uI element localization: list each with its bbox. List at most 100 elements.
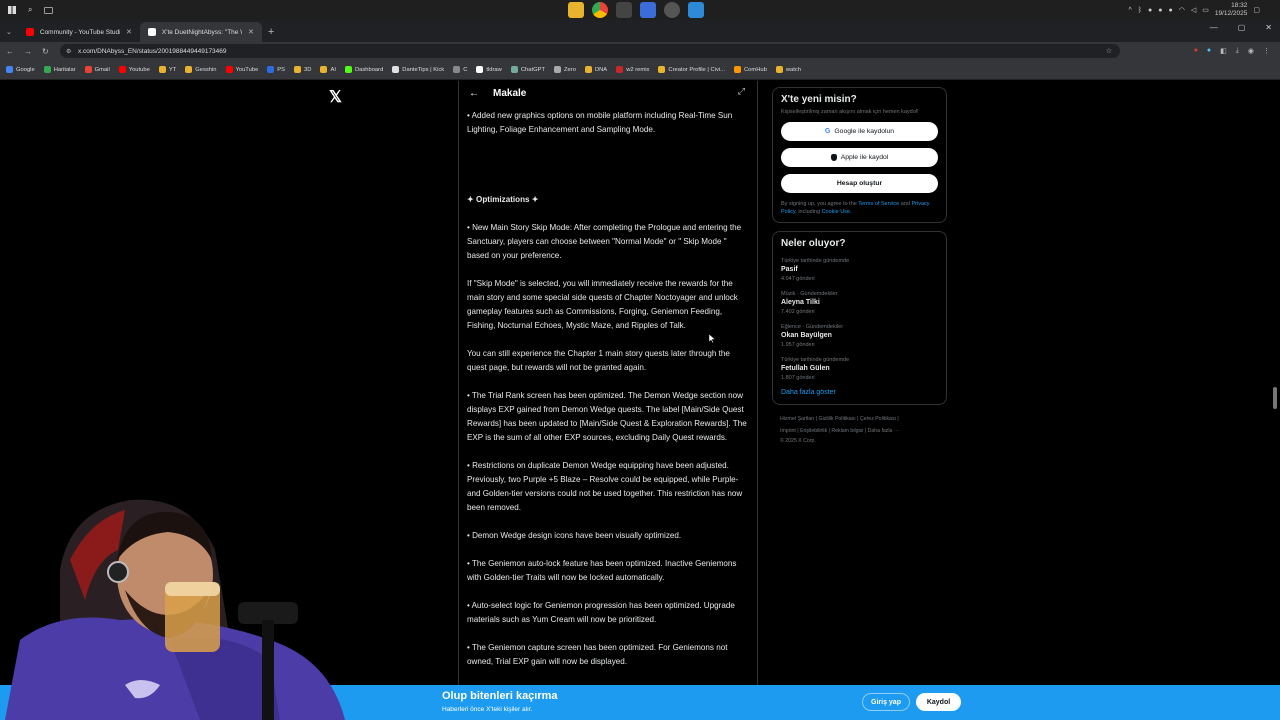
search-icon[interactable]: ⌕ bbox=[28, 5, 32, 15]
bookmark-label: 3D bbox=[304, 66, 312, 73]
bookmark-favicon-icon bbox=[616, 66, 624, 73]
maximize-icon[interactable]: ▢ bbox=[1238, 23, 1246, 32]
tab-youtube-studio[interactable]: Community - YouTube Studio ✕ bbox=[18, 22, 140, 42]
file-explorer-icon[interactable] bbox=[568, 2, 584, 18]
tray-app-icon-2[interactable]: ● bbox=[1158, 7, 1162, 14]
trend-item[interactable]: Türkiye tarihinde gündemde Pasif 4.047 gön… bbox=[781, 257, 938, 283]
bookmark-item[interactable]: ChatGPT bbox=[510, 66, 545, 73]
tab-x-post[interactable]: X'te DuetNightAbyss: "The Wi... ✕ bbox=[139, 22, 262, 42]
x-logo-icon[interactable]: 𝕏 bbox=[329, 87, 342, 107]
bookmark-item[interactable]: Dashboard bbox=[344, 66, 383, 73]
bookmark-item[interactable]: tldraw bbox=[476, 66, 502, 73]
expand-icon[interactable]: ⤢ bbox=[738, 86, 745, 97]
terms-prefix: By signing up, you agree to the bbox=[781, 201, 859, 207]
trend-item[interactable]: Türkiye tarihinde gündemde Fetullah Gülen… bbox=[781, 356, 938, 382]
bookmark-item[interactable]: Google bbox=[6, 66, 35, 73]
site-info-icon[interactable]: ⚙ bbox=[66, 48, 71, 55]
google-signup-button[interactable]: G Google ile kaydolun bbox=[781, 122, 938, 141]
footer-line[interactable]: Imprint | Erişilebilirlik | Reklam bilgi… bbox=[780, 425, 939, 437]
app-icon[interactable] bbox=[640, 2, 656, 18]
obs-icon[interactable] bbox=[664, 2, 680, 18]
back-arrow-icon[interactable]: ← bbox=[469, 88, 493, 99]
bookmark-item[interactable]: Gesshin bbox=[185, 66, 217, 73]
bookmark-item[interactable]: YouTube bbox=[225, 66, 258, 73]
os-taskbar: ⌕ ^ ᛒ ● ● ● ◠ ◁ ▭ 18:32 19/12/2025 ▢ bbox=[0, 0, 1280, 20]
tab-search-icon[interactable]: ⌄ bbox=[0, 28, 18, 42]
menu-icon[interactable]: ⋮ bbox=[1263, 47, 1270, 55]
google-signup-label: Google ile kaydolun bbox=[834, 128, 895, 135]
article-section-heading: ✦ Optimizations ✦ bbox=[467, 195, 539, 204]
windows-start-icon[interactable] bbox=[8, 6, 16, 14]
extensions-puzzle-icon[interactable]: ◧ bbox=[1220, 47, 1227, 55]
bookmark-label: Gmail bbox=[94, 66, 110, 73]
bookmark-item[interactable]: ComHub bbox=[733, 66, 767, 73]
apple-signup-button[interactable]: Apple ile kaydol bbox=[781, 148, 938, 167]
trend-item[interactable]: Eğlence · Gündemdekiler Okan Bayülgen 1.95… bbox=[781, 323, 938, 349]
bookmark-label: PS bbox=[277, 66, 286, 73]
download-icon[interactable]: ⤓ bbox=[1236, 47, 1239, 55]
show-more-link[interactable]: Daha fazla göster bbox=[781, 389, 938, 396]
browser-toolbar: ← → ↻ ⚙ x.com/DNAbyss_EN/status/20019884… bbox=[0, 42, 1280, 60]
task-view-icon[interactable] bbox=[44, 6, 54, 14]
bookmark-item[interactable]: C bbox=[453, 66, 467, 73]
create-account-button[interactable]: Hesap oluştur bbox=[781, 174, 938, 193]
bookmark-item[interactable]: Zero bbox=[554, 66, 576, 73]
bookmark-favicon-icon bbox=[118, 66, 126, 73]
close-tab-icon[interactable]: ✕ bbox=[248, 28, 254, 36]
chrome-icon[interactable] bbox=[592, 2, 608, 18]
login-button[interactable]: Giriş yap bbox=[862, 693, 910, 711]
cookie-use-link[interactable]: Cookie Use. bbox=[822, 209, 852, 215]
bookmarks-bar: Google Haritalar Gmail Youtube YT Gesshin YouT… bbox=[0, 60, 1280, 80]
back-icon[interactable]: ← bbox=[6, 47, 14, 56]
trend-item[interactable]: Müzik · Gündemdekiler Aleyna Tilki 7.402 g… bbox=[781, 290, 938, 316]
chevron-up-icon[interactable]: ^ bbox=[1129, 7, 1132, 14]
new-tab-button[interactable]: + bbox=[262, 26, 280, 42]
terms-text: By signing up, you agree to the Terms of… bbox=[781, 200, 938, 216]
footer-line[interactable]: Hizmet Şartları | Gizlilik Politikası | … bbox=[780, 413, 939, 425]
article-paragraph: If "Skip Mode" is selected, you will imm… bbox=[467, 279, 738, 330]
bookmark-item[interactable]: Youtube bbox=[118, 66, 150, 73]
bookmark-label: YT bbox=[168, 66, 177, 73]
microphone-stand bbox=[262, 620, 274, 720]
bookmark-favicon-icon bbox=[43, 66, 51, 73]
bookmark-item[interactable]: 3D bbox=[294, 66, 311, 73]
bookmark-item[interactable]: AI bbox=[320, 66, 336, 73]
bookmark-star-icon[interactable]: ☆ bbox=[1106, 47, 1112, 55]
reload-icon[interactable]: ↻ bbox=[42, 47, 49, 56]
bookmark-favicon-icon bbox=[775, 66, 783, 73]
tray-app-icon[interactable]: ● bbox=[1148, 7, 1152, 14]
extension-icon[interactable]: ● bbox=[1194, 47, 1198, 55]
close-window-icon[interactable]: ✕ bbox=[1265, 23, 1272, 32]
forward-icon[interactable]: → bbox=[24, 47, 32, 56]
minimize-icon[interactable]: — bbox=[1210, 23, 1218, 32]
page-scrollbar[interactable] bbox=[1273, 387, 1277, 409]
app-icon-2[interactable] bbox=[688, 2, 704, 18]
bookmark-item[interactable]: Haritalar bbox=[43, 66, 76, 73]
bookmark-favicon-icon bbox=[392, 66, 400, 73]
signup-button[interactable]: Kaydol bbox=[916, 693, 961, 711]
close-tab-icon[interactable]: ✕ bbox=[126, 28, 132, 36]
wifi-icon[interactable]: ◠ bbox=[1179, 6, 1185, 14]
article-paragraph: • The Geniemon auto-lock feature has bee… bbox=[467, 559, 737, 582]
bookmark-item[interactable]: Creator Profile | Civi... bbox=[658, 66, 725, 73]
bookmark-item[interactable]: watch bbox=[775, 66, 801, 73]
bookmark-item[interactable]: Gmail bbox=[84, 66, 110, 73]
battery-icon[interactable]: ▭ bbox=[1202, 6, 1209, 14]
bookmark-item[interactable]: DNA bbox=[584, 66, 607, 73]
terms-of-service-link[interactable]: Terms of Service bbox=[858, 201, 899, 207]
system-clock[interactable]: 18:32 19/12/2025 bbox=[1215, 2, 1248, 18]
bookmark-item[interactable]: DanteTips | Kick bbox=[392, 66, 444, 73]
address-bar[interactable]: ⚙ x.com/DNAbyss_EN/status/20019884494491… bbox=[60, 44, 1120, 58]
tray-app-icon-3[interactable]: ● bbox=[1168, 7, 1172, 14]
bluetooth-icon[interactable]: ᛒ bbox=[1138, 7, 1142, 14]
bookmark-item[interactable]: PS bbox=[267, 66, 285, 73]
epic-games-icon[interactable] bbox=[616, 2, 632, 18]
bookmark-item[interactable]: w2 remix bbox=[616, 66, 649, 73]
speaker-icon[interactable]: ◁ bbox=[1191, 6, 1196, 14]
bookmark-favicon-icon bbox=[294, 66, 302, 73]
trend-count: 4.047 gönderi bbox=[781, 276, 815, 282]
profile-icon[interactable]: ◉ bbox=[1248, 47, 1254, 55]
notification-icon[interactable]: ▢ bbox=[1253, 6, 1260, 14]
bookmark-item[interactable]: YT bbox=[158, 66, 177, 73]
extension-icon-2[interactable]: ● bbox=[1207, 47, 1211, 55]
